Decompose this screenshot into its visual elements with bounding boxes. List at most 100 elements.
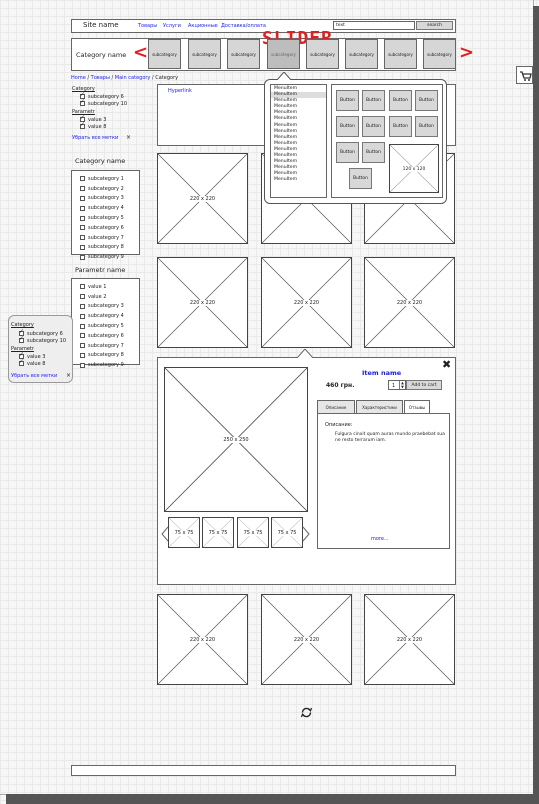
floating-clear-filters-close-icon[interactable]: × [66,373,71,379]
filter-option[interactable]: subcategory 8 [80,243,139,253]
tab-reviews[interactable]: Отзывы [404,400,430,413]
filter-option[interactable]: subcategory 4 [80,203,139,213]
clear-filters-link[interactable]: Убрать все метки [72,136,118,141]
active-filter-item[interactable]: subcategory 6 [80,92,124,100]
checkbox-icon[interactable] [80,99,85,106]
breadcrumb-main-category[interactable]: Main category [115,75,151,81]
checkbox-icon[interactable] [19,336,24,343]
product-card-7[interactable]: 220 x 220 [157,594,248,685]
slider-subcategory-1[interactable]: subcategory [148,39,181,69]
checkbox-icon[interactable] [80,323,85,329]
nav-link-services[interactable]: Услуги [163,24,181,29]
checkbox-icon[interactable] [80,313,85,319]
slider-subcategory-5[interactable]: subcategory [306,39,339,69]
checkbox-icon[interactable] [80,333,85,339]
filter-option[interactable]: subcategory 7 [80,233,139,243]
megamenu-button[interactable]: Button [362,116,385,137]
nav-link-promos[interactable]: Акционные [188,24,218,29]
filter-option[interactable]: subcategory 9 [80,252,139,262]
floating-filter-item[interactable]: subcategory 6 [19,329,63,337]
checkbox-icon[interactable] [80,195,85,201]
product-card-9[interactable]: 220 x 220 [364,594,455,685]
checkbox-icon[interactable] [80,303,85,309]
checkbox-icon[interactable] [80,362,85,368]
thumb-next-arrow[interactable] [302,526,310,542]
filter-option[interactable]: subcategory 8 [80,351,139,361]
checkbox-icon[interactable] [19,359,24,366]
item-thumbnail[interactable]: 75 x 75 [271,517,303,548]
checkbox-icon[interactable] [80,122,85,129]
item-thumbnail[interactable]: 75 x 75 [202,517,234,548]
filter-option[interactable]: subcategory 3 [80,194,139,204]
filter-option[interactable]: subcategory 6 [80,331,139,341]
active-filter-item[interactable]: subcategory 10 [80,99,127,107]
stepper-arrows-icon[interactable]: ▲ ▼ [399,381,405,389]
checkbox-icon[interactable] [80,284,85,290]
megamenu-button[interactable]: Button [349,168,372,189]
product-card-6[interactable]: 220 x 220 [364,257,455,348]
product-card-1[interactable]: 220 x 220 [157,153,248,244]
checkbox-icon[interactable] [80,176,85,182]
megamenu-button[interactable]: Button [362,142,385,163]
quantity-stepper[interactable]: 1 ▲ ▼ [388,380,406,390]
megamenu-button[interactable]: Button [415,90,438,111]
checkbox-icon[interactable] [80,343,85,349]
megamenu-button[interactable]: Button [336,116,359,137]
filter-option[interactable]: subcategory 2 [80,184,139,194]
item-thumbnail[interactable]: 75 x 75 [168,517,200,548]
search-button[interactable]: search [416,21,453,30]
checkbox-icon[interactable] [80,225,85,231]
slider-category-name[interactable]: Category name [76,51,126,59]
filter-option[interactable]: value 2 [80,292,139,302]
hyperlink[interactable]: Hyperlink [168,89,192,94]
slider-subcategory-6[interactable]: subcategory [345,39,378,69]
breadcrumb-home[interactable]: Home [71,75,86,81]
megamenu-button[interactable]: Button [336,142,359,163]
item-thumbnail[interactable]: 75 x 75 [237,517,269,548]
menu-item[interactable]: MenuItem [271,177,326,183]
filter-option[interactable]: subcategory 3 [80,302,139,312]
product-card-8[interactable]: 220 x 220 [261,594,352,685]
clear-filters-close-icon[interactable]: × [126,135,131,141]
floating-filter-item[interactable]: value 8 [19,359,45,367]
cart-icon[interactable] [516,66,533,84]
checkbox-icon[interactable] [80,294,85,300]
megamenu-button[interactable]: Button [389,116,412,137]
checkbox-icon[interactable] [80,205,85,211]
filter-option[interactable]: subcategory 7 [80,341,139,351]
checkbox-icon[interactable] [80,352,85,358]
active-filter-item[interactable]: value 8 [80,122,106,130]
tab-characteristics[interactable]: Характеристики [356,400,403,413]
tab-description[interactable]: Описание [317,400,355,413]
add-to-cart-button[interactable]: Add to cart [406,380,442,390]
checkbox-icon[interactable] [80,186,85,192]
floating-clear-filters-link[interactable]: Убрать все метки [11,374,57,379]
megamenu-button[interactable]: Button [389,90,412,111]
nav-link-goods[interactable]: Товары [138,24,157,29]
checkbox-icon[interactable] [80,215,85,221]
refresh-icon[interactable] [300,704,313,718]
filter-option[interactable]: value 1 [80,282,139,292]
filter-option[interactable]: subcategory 6 [80,223,139,233]
filter-option[interactable]: subcategory 5 [80,321,139,331]
megamenu-button[interactable]: Button [336,90,359,111]
product-card-4[interactable]: 220 x 220 [157,257,248,348]
breadcrumb-goods[interactable]: Товары [91,75,110,81]
slider-subcategory-2[interactable]: subcategory [188,39,221,69]
slider-subcategory-4[interactable]: subcategory [267,39,300,69]
checkbox-icon[interactable] [80,244,85,250]
product-card-5[interactable]: 220 x 220 [261,257,352,348]
checkbox-icon[interactable] [80,254,85,260]
item-detail-close-icon[interactable]: ✖ [442,358,451,371]
filter-option[interactable]: subcategory 5 [80,213,139,223]
nav-link-delivery[interactable]: Доставка/оплата [221,24,266,29]
slider-subcategory-3[interactable]: subcategory [227,39,260,69]
slider-prev-arrow[interactable]: < [133,42,148,63]
filter-option[interactable]: subcategory 1 [80,174,139,184]
filter-option[interactable]: subcategory 9 [80,360,139,370]
megamenu-button[interactable]: Button [362,90,385,111]
checkbox-icon[interactable] [80,235,85,241]
floating-filter-item[interactable]: subcategory 10 [19,336,66,344]
more-link[interactable]: more... [371,537,389,542]
filter-option[interactable]: subcategory 4 [80,311,139,321]
